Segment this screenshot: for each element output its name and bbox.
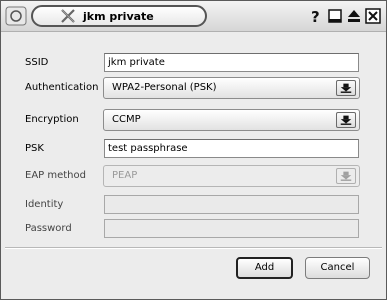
eap-method-label: EAP method: [25, 170, 86, 181]
encryption-value: CCMP: [112, 114, 141, 125]
close-icon[interactable]: [365, 8, 381, 24]
authentication-value: WPA2-Personal (PSK): [112, 82, 217, 93]
ssid-label: SSID: [25, 57, 49, 68]
password-label: Password: [25, 223, 72, 234]
encryption-label: Encryption: [25, 114, 79, 125]
authentication-select[interactable]: WPA2-Personal (PSK): [103, 77, 360, 99]
window-title: jkm private: [83, 10, 154, 23]
x11-logo-icon: [61, 9, 75, 23]
cancel-button[interactable]: Cancel: [305, 257, 370, 279]
divider: [5, 247, 382, 249]
chevron-down-icon[interactable]: [336, 112, 356, 128]
title-pill: jkm private: [31, 5, 207, 27]
authentication-label: Authentication: [25, 82, 99, 93]
psk-input[interactable]: test passphrase: [104, 139, 359, 158]
eap-method-value: PEAP: [112, 170, 138, 181]
dialog-window: jkm private ? SSID jkm private Authentic…: [0, 0, 387, 300]
identity-label: Identity: [25, 199, 64, 210]
maximize-icon[interactable]: [346, 8, 362, 24]
minimize-icon[interactable]: [327, 8, 343, 24]
help-icon[interactable]: ?: [308, 8, 324, 24]
password-input: [104, 219, 359, 238]
window-controls: ?: [308, 8, 381, 24]
encryption-select[interactable]: CCMP: [103, 109, 360, 131]
eap-method-select: PEAP: [103, 165, 360, 187]
psk-label: PSK: [25, 143, 44, 154]
add-button[interactable]: Add: [236, 257, 293, 279]
title-bar[interactable]: jkm private ?: [1, 1, 386, 32]
chevron-down-icon: [336, 168, 356, 184]
identity-input: [104, 195, 359, 214]
chevron-down-icon[interactable]: [336, 80, 356, 96]
window-menu-icon[interactable]: [5, 6, 27, 26]
ssid-input[interactable]: jkm private: [104, 53, 359, 72]
svg-text:?: ?: [311, 8, 320, 24]
